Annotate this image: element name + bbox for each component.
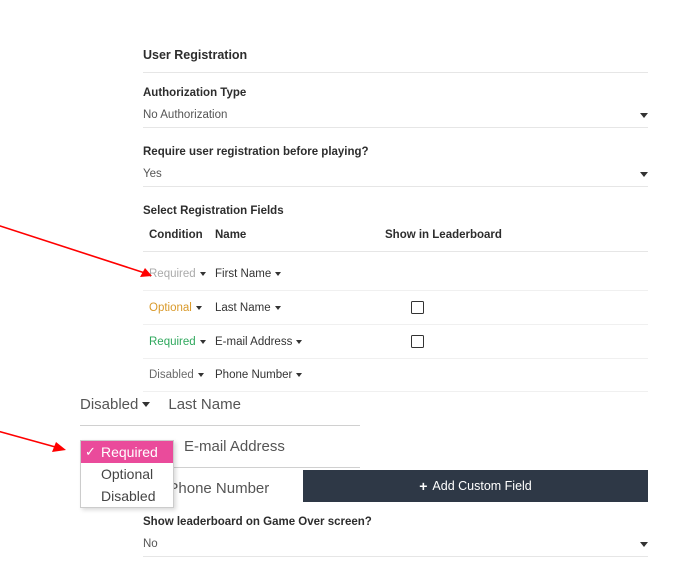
condition-value: Required	[149, 336, 196, 348]
show-leaderboard-value: No	[143, 538, 158, 550]
registration-fields-header: Condition Name Show in Leaderboard	[143, 223, 648, 247]
caret-down-icon	[275, 272, 281, 276]
annotation-arrow-2	[0, 430, 74, 460]
registration-fields-label: Select Registration Fields	[143, 205, 648, 217]
field-name-select[interactable]: Phone Number	[215, 369, 385, 381]
caret-down-icon	[198, 373, 204, 377]
field-name-select[interactable]: First Name	[215, 268, 385, 280]
caret-down-icon	[200, 272, 206, 276]
add-custom-field-label: Add Custom Field	[432, 479, 531, 493]
auth-type-select[interactable]: No Authorization	[143, 105, 648, 128]
table-row: RequiredFirst Name	[143, 258, 648, 291]
caret-down-icon	[296, 373, 302, 377]
page-title: User Registration	[143, 48, 648, 62]
auth-type-label: Authorization Type	[143, 87, 648, 99]
col-show-label: Show in Leaderboard	[385, 229, 648, 241]
require-registration-select[interactable]: Yes	[143, 164, 648, 187]
field-name-value: Phone Number	[215, 369, 292, 381]
field-name-select[interactable]: Last Name	[215, 302, 385, 314]
auth-type-value: No Authorization	[143, 109, 227, 121]
overlay-row: Disabled Last Name	[80, 388, 360, 421]
require-registration-value: Yes	[143, 168, 162, 180]
overlay-condition-select[interactable]: Disabled	[80, 396, 150, 413]
overlay-field-name: Last Name	[168, 396, 241, 413]
condition-value: Disabled	[149, 369, 194, 381]
condition-select[interactable]: Optional	[149, 302, 215, 314]
annotation-arrow-1	[0, 224, 158, 282]
plus-icon: +	[419, 479, 427, 493]
condition-select[interactable]: Disabled	[149, 369, 215, 381]
show-in-leaderboard-checkbox[interactable]	[411, 335, 424, 348]
caret-down-icon	[196, 306, 202, 310]
condition-option[interactable]: Required	[81, 441, 173, 463]
caret-down-icon	[640, 172, 648, 177]
field-name-select[interactable]: E-mail Address	[215, 336, 385, 348]
caret-down-icon	[200, 340, 206, 344]
col-name-label: Name	[215, 229, 385, 241]
require-registration-label: Require user registration before playing…	[143, 146, 648, 158]
condition-select[interactable]: Required	[149, 268, 215, 280]
condition-value: Optional	[149, 302, 192, 314]
caret-down-icon	[640, 542, 648, 547]
condition-select[interactable]: Required	[149, 336, 215, 348]
add-custom-field-button[interactable]: + Add Custom Field	[303, 470, 648, 502]
table-row: Optional Last Name	[143, 291, 648, 325]
show-in-leaderboard-cell	[385, 301, 648, 314]
field-name-value: First Name	[215, 268, 271, 280]
show-leaderboard-label: Show leaderboard on Game Over screen?	[143, 516, 648, 528]
caret-down-icon	[296, 340, 302, 344]
overlay-field-name: Phone Number	[168, 480, 269, 497]
field-name-value: Last Name	[215, 302, 271, 314]
show-in-leaderboard-cell	[385, 335, 648, 348]
condition-option[interactable]: Optional	[81, 463, 173, 485]
show-leaderboard-select[interactable]: No	[143, 534, 648, 557]
field-name-value: E-mail Address	[215, 336, 292, 348]
caret-down-icon	[142, 402, 150, 407]
col-condition-label: Condition	[149, 229, 215, 241]
condition-option[interactable]: Disabled	[81, 485, 173, 507]
overlay-field-name: E-mail Address	[184, 438, 285, 455]
condition-dropdown[interactable]: RequiredOptionalDisabled	[80, 440, 174, 508]
caret-down-icon	[275, 306, 281, 310]
show-in-leaderboard-checkbox[interactable]	[411, 301, 424, 314]
caret-down-icon	[640, 113, 648, 118]
table-row: Required E-mail Address	[143, 325, 648, 359]
